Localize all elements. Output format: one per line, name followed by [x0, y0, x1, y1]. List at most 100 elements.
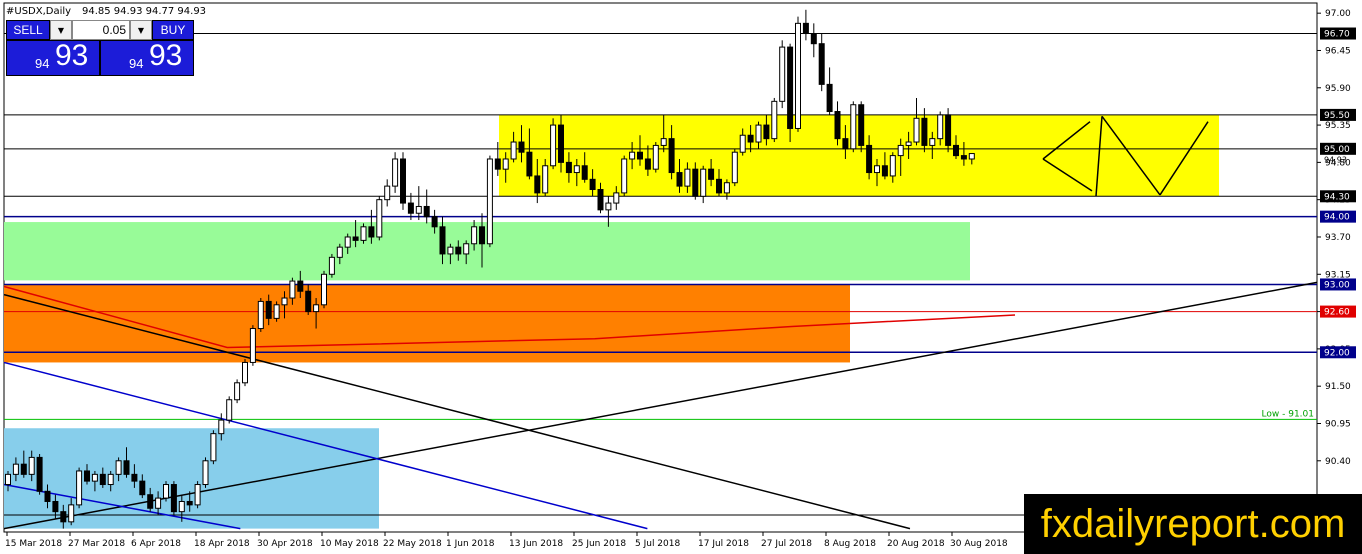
candle-bull: [613, 192, 620, 204]
ohlc-label: 94.85 94.93 94.77 94.93: [82, 6, 206, 17]
candle-bull: [929, 138, 936, 146]
y-tick-label: 96.45: [1325, 46, 1351, 56]
candle-bear: [423, 205, 430, 218]
level-tag-label: 95.50: [1324, 111, 1350, 121]
candle-bull: [550, 124, 557, 167]
low-label: Low - 91.01: [1262, 409, 1314, 419]
candle-bull: [700, 168, 707, 197]
candle-bull: [163, 484, 169, 499]
candle-bull: [739, 134, 746, 153]
candle-bear: [494, 158, 501, 170]
candle-bull: [281, 297, 288, 306]
x-tick-label: 18 Apr 2018: [194, 539, 250, 549]
candle: [779, 40, 786, 109]
candle-bull: [415, 205, 422, 214]
sell-price[interactable]: 94 93: [6, 39, 100, 76]
candle-bear: [147, 494, 154, 509]
candle: [194, 481, 201, 509]
candle-bear: [368, 226, 375, 238]
lot-decrease-icon[interactable]: ▼: [50, 20, 72, 40]
candle-bull: [76, 470, 83, 506]
level-tag-label: 93.00: [1324, 280, 1350, 290]
candle-bear: [558, 124, 564, 163]
x-tick-label: 8 Aug 2018: [824, 539, 876, 549]
candle: [621, 155, 628, 197]
level-tag-label: 94.00: [1324, 213, 1350, 223]
candle-bull: [202, 460, 209, 486]
candle-bull: [621, 158, 628, 194]
candle-bull: [755, 124, 762, 143]
level-tag-label: 92.00: [1324, 348, 1350, 358]
candle-bear: [842, 138, 849, 150]
lot-size-input[interactable]: 0.05: [72, 20, 130, 40]
candle-bear: [352, 236, 359, 241]
x-tick-label: 5 Jul 2018: [635, 539, 680, 549]
candle-bear: [826, 83, 833, 113]
candle-bear: [455, 246, 462, 255]
candle-bull: [652, 144, 659, 170]
candle-bear: [44, 490, 51, 502]
candle-bull: [289, 280, 296, 299]
candle: [858, 101, 865, 153]
x-tick-label: 22 May 2018: [383, 539, 442, 549]
candle-bull: [889, 155, 896, 177]
candle-bear: [518, 141, 525, 153]
candle-bull: [336, 246, 343, 258]
buy-button[interactable]: BUY: [152, 20, 194, 40]
y-tick-label: 95.90: [1325, 84, 1351, 94]
candle: [486, 155, 493, 248]
candle-bear: [534, 175, 541, 194]
candle-bear: [692, 168, 699, 197]
candle-bull: [905, 141, 912, 146]
candle: [376, 196, 383, 241]
candle-bear: [36, 456, 43, 492]
candle-bear: [802, 22, 809, 35]
level-tag-label: 96.70: [1324, 30, 1350, 40]
candle-bear: [170, 484, 177, 513]
candle-bull: [321, 273, 327, 306]
lot-increase-icon[interactable]: ▼: [130, 20, 152, 40]
candle-bull: [12, 463, 19, 475]
candle-bull: [471, 226, 478, 245]
candle-bull: [447, 246, 454, 255]
candle: [234, 379, 241, 404]
candle-bull: [771, 100, 778, 140]
x-tick-label: 17 Jul 2018: [698, 539, 749, 549]
candle-bear: [866, 144, 873, 174]
x-tick-label: 10 May 2018: [320, 539, 379, 549]
candle: [945, 108, 952, 153]
candle-bull: [913, 117, 920, 143]
candle-bear: [479, 226, 485, 245]
candle-bear: [297, 280, 304, 292]
candle-bear: [131, 473, 138, 482]
candle: [257, 298, 264, 332]
candle-bear: [526, 151, 533, 177]
candle: [202, 457, 209, 488]
candle-bear: [881, 165, 888, 177]
buy-price[interactable]: 94 93: [100, 39, 194, 76]
candle-bull: [392, 158, 399, 187]
level-tag-label: 95.00: [1324, 145, 1350, 155]
candle-bear: [834, 111, 841, 140]
y-tick-label: 91.50: [1325, 382, 1351, 392]
candle-bull: [968, 153, 975, 160]
candle-bear: [668, 138, 675, 174]
candle-bull: [5, 473, 11, 486]
level-tag-label: 94.30: [1324, 192, 1350, 202]
candle-bull: [249, 328, 256, 363]
candle-bull: [360, 226, 367, 241]
x-tick-label: 27 Mar 2018: [68, 539, 125, 549]
candle-bull: [68, 504, 75, 523]
candle-bear: [589, 178, 596, 191]
candle-bull: [874, 165, 880, 174]
candle: [652, 142, 659, 173]
candle-bull: [542, 165, 549, 194]
candle-bear: [676, 172, 683, 187]
candle: [400, 152, 406, 210]
price-chart[interactable]: Low - 91.01 97.0096.4595.9095.3594.8094.…: [0, 0, 1362, 554]
candle: [321, 270, 327, 309]
candle-bull: [242, 361, 248, 384]
candle-bear: [400, 158, 406, 204]
sell-button[interactable]: SELL: [6, 20, 50, 40]
candle-bull: [313, 304, 320, 313]
